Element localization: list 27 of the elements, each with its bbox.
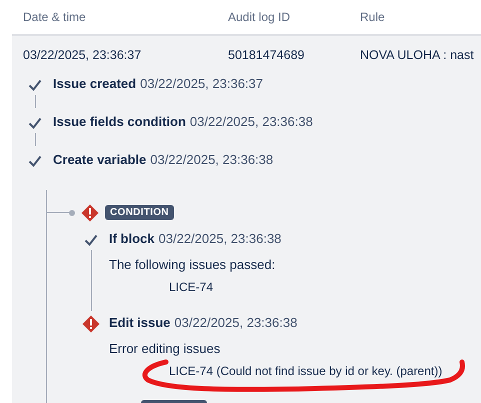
- step-message: Error editing issues: [109, 341, 222, 356]
- step-title: Create variable: [53, 152, 146, 167]
- error-icon: [82, 315, 100, 333]
- step-time: 03/22/2025, 23:36:38: [158, 231, 282, 246]
- date-cell-text: 03/22/2025, 23:36:37: [23, 48, 142, 64]
- rule-cell-text: NOVA ULOHA : nast: [360, 48, 475, 64]
- issue-detail: LICE-74 (Could not find issue by id or key. (parent)): [169, 364, 442, 378]
- check-icon: [84, 234, 98, 246]
- column-header[interactable]: Rule: [360, 10, 481, 34]
- step-time: 03/22/2025, 23:36:38: [174, 315, 298, 330]
- check-icon: [28, 79, 42, 91]
- column-header[interactable]: Date & time: [23, 10, 228, 34]
- step-title: Issue fields condition: [53, 114, 186, 129]
- issue-detail: LICE-74: [169, 280, 214, 294]
- column-header[interactable]: Audit log ID: [228, 10, 360, 34]
- audit-id-cell-text: 50181474689: [228, 48, 306, 64]
- check-icon: [28, 117, 42, 129]
- step-title: Edit issue: [109, 315, 170, 330]
- step-title: If block: [109, 231, 155, 246]
- step-message: The following issues passed:: [109, 257, 276, 272]
- step-time: 03/22/2025, 23:36:38: [190, 114, 313, 129]
- step-time: 03/22/2025, 23:36:38: [150, 152, 274, 167]
- condition-tag: CONDITION: [105, 205, 174, 220]
- check-icon: [28, 155, 42, 167]
- step-time: 03/22/2025, 23:36:37: [140, 76, 263, 91]
- error-icon: [81, 204, 99, 222]
- step-title: Issue created: [53, 76, 136, 91]
